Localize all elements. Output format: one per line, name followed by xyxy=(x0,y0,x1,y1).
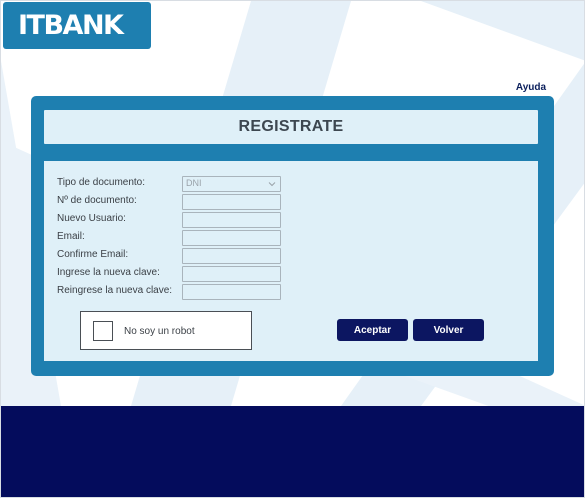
form-row-repeat-password: Reingrese la nueva clave: xyxy=(57,284,523,300)
form-row-new-password: Ingrese la nueva clave: xyxy=(57,266,523,282)
username-input[interactable] xyxy=(182,212,281,228)
footer xyxy=(1,406,584,497)
email-input[interactable] xyxy=(182,230,281,246)
confirm-email-input[interactable] xyxy=(182,248,281,264)
new-password-label: Ingrese la nueva clave: xyxy=(57,267,160,278)
accept-button[interactable]: Aceptar xyxy=(337,319,408,341)
captcha-checkbox[interactable] xyxy=(93,321,113,341)
confirm-email-label: Confirme Email: xyxy=(57,249,129,260)
registration-form: Tipo de documento: DNI Nº de documento: … xyxy=(44,161,538,361)
form-row-email: Email: xyxy=(57,230,523,246)
logo-text: ITBANK xyxy=(18,10,124,41)
brand-logo[interactable]: ITBANK xyxy=(3,2,151,49)
title-bar: REGISTRATE xyxy=(44,110,538,144)
page-title: REGISTRATE xyxy=(238,118,344,135)
form-row-confirm-email: Confirme Email: xyxy=(57,248,523,264)
document-type-select[interactable]: DNI xyxy=(182,176,281,192)
form-row-document-type: Tipo de documento: DNI xyxy=(57,176,523,192)
document-type-label: Tipo de documento: xyxy=(57,177,146,188)
document-type-value: DNI xyxy=(186,178,202,188)
register-panel: REGISTRATE Tipo de documento: DNI Nº de … xyxy=(31,96,554,376)
document-number-input[interactable] xyxy=(182,194,281,210)
username-label: Nuevo Usuario: xyxy=(57,213,126,224)
document-number-label: Nº de documento: xyxy=(57,195,137,206)
repeat-password-label: Reingrese la nueva clave: xyxy=(57,285,173,296)
repeat-password-input[interactable] xyxy=(182,284,281,300)
captcha-label: No soy un robot xyxy=(124,326,195,337)
back-button[interactable]: Volver xyxy=(413,319,484,341)
form-row-document-number: Nº de documento: xyxy=(57,194,523,210)
help-link[interactable]: Ayuda xyxy=(501,82,561,93)
email-label: Email: xyxy=(57,231,85,242)
form-row-username: Nuevo Usuario: xyxy=(57,212,523,228)
new-password-input[interactable] xyxy=(182,266,281,282)
captcha-widget: No soy un robot xyxy=(80,311,252,350)
page: ITBANK Ayuda REGISTRATE Tipo de document… xyxy=(0,0,585,498)
chevron-down-icon xyxy=(268,182,276,187)
